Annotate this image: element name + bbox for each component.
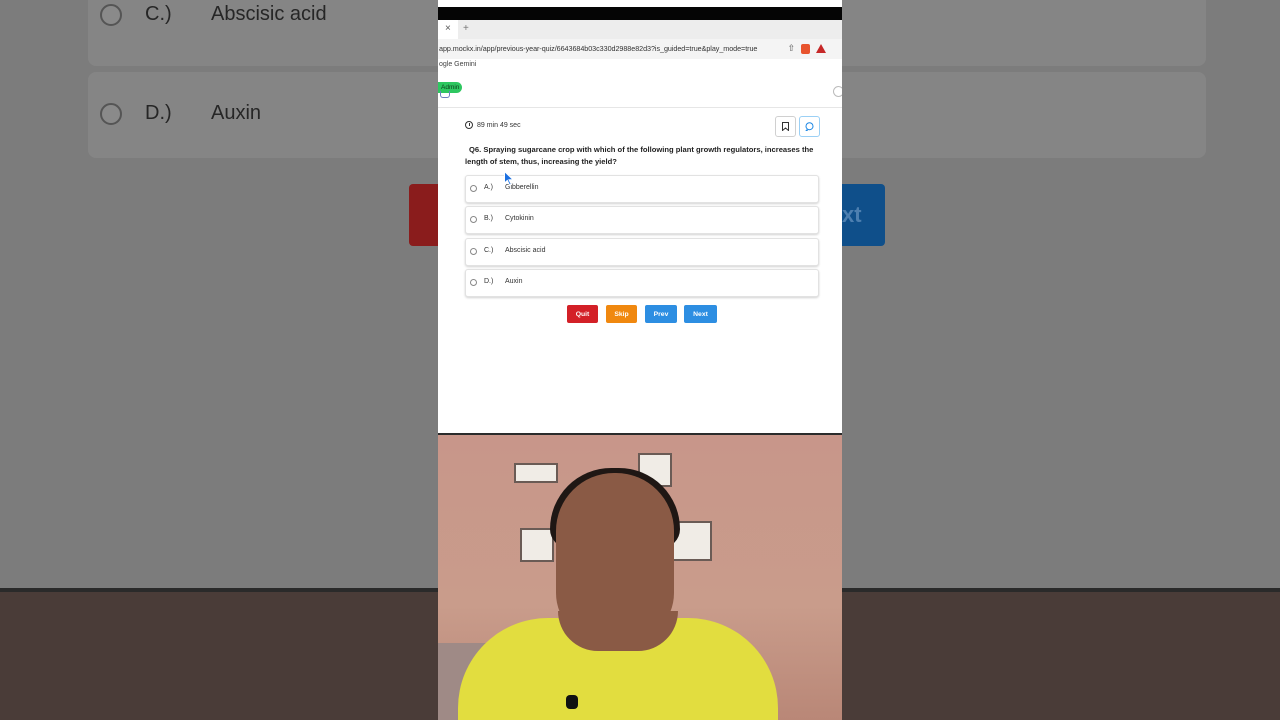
clock-icon	[465, 121, 473, 129]
bg-next-label: xt	[842, 202, 862, 227]
microphone-icon	[566, 695, 578, 709]
option-d[interactable]: D.) Auxin	[465, 269, 819, 297]
question-text: Q6. Spraying sugarcane crop with which o…	[465, 144, 815, 168]
bg-option-text: Abscisic acid	[211, 3, 327, 25]
option-letter: A.)	[484, 184, 493, 191]
bookmarks-bar: ogle Gemini	[438, 59, 842, 74]
url-text[interactable]: app.mockx.in/app/previous-year-quiz/6643…	[439, 44, 757, 53]
webcam-divider	[438, 433, 842, 435]
bookmark-gemini[interactable]: ogle Gemini	[439, 61, 476, 68]
radio-icon[interactable]	[470, 216, 477, 223]
option-letter: D.)	[484, 278, 494, 285]
bookmark-icon	[782, 122, 789, 131]
question-number: Q6.	[469, 145, 482, 154]
app-header: Admin	[438, 75, 842, 108]
prev-button[interactable]: Prev	[645, 305, 677, 323]
wall-shelf	[520, 528, 554, 562]
bookmark-question-button[interactable]	[775, 116, 796, 137]
loading-icon	[833, 86, 842, 97]
close-tab-icon[interactable]: ×	[445, 23, 451, 34]
bg-option-text: Auxin	[211, 102, 262, 124]
bg-radio-icon	[100, 4, 122, 26]
black-bar	[438, 7, 842, 20]
radio-icon[interactable]	[470, 185, 477, 192]
next-button[interactable]: Next	[684, 305, 717, 323]
bg-option-letter: C.)	[145, 3, 172, 25]
option-text: Auxin	[505, 278, 523, 285]
address-bar[interactable]: app.mockx.in/app/previous-year-quiz/6643…	[438, 39, 842, 59]
skip-button[interactable]: Skip	[606, 305, 637, 323]
quiz-timer: 89 min 49 sec	[465, 121, 521, 129]
bg-option-letter: D.)	[145, 102, 172, 124]
radio-icon[interactable]	[470, 248, 477, 255]
option-a[interactable]: A.) Gibberellin	[465, 175, 819, 203]
wall-shelf	[514, 463, 558, 483]
discuss-button[interactable]	[799, 116, 820, 137]
brave-shield-icon[interactable]	[801, 43, 810, 54]
option-letter: C.)	[484, 247, 494, 254]
address-bar-icons: ⇧	[787, 43, 826, 54]
webcam-feed	[438, 433, 842, 720]
bg-next-button: xt	[842, 184, 885, 246]
bg-radio-icon	[100, 103, 122, 125]
browser-tab-strip: × +	[438, 20, 842, 39]
share-icon[interactable]: ⇧	[787, 43, 795, 54]
radio-icon[interactable]	[470, 279, 477, 286]
option-c[interactable]: C.) Abscisic acid	[465, 238, 819, 266]
question-body: Spraying sugarcane crop with which of th…	[465, 145, 814, 166]
option-text: Abscisic acid	[505, 247, 546, 254]
rewards-icon[interactable]	[816, 44, 826, 53]
user-icon	[440, 91, 450, 98]
screen-recording: × + app.mockx.in/app/previous-year-quiz/…	[438, 0, 842, 720]
timer-text: 89 min 49 sec	[477, 121, 521, 129]
new-tab-icon[interactable]: +	[463, 23, 469, 34]
bg-quit-button	[409, 184, 439, 246]
option-b[interactable]: B.) Cytokinin	[465, 206, 819, 234]
option-letter: B.)	[484, 215, 493, 222]
chat-icon	[805, 122, 814, 131]
top-margin	[438, 0, 842, 7]
browser-tab[interactable]: ×	[438, 20, 458, 39]
option-text: Cytokinin	[505, 215, 534, 222]
quit-button[interactable]: Quit	[567, 305, 598, 323]
